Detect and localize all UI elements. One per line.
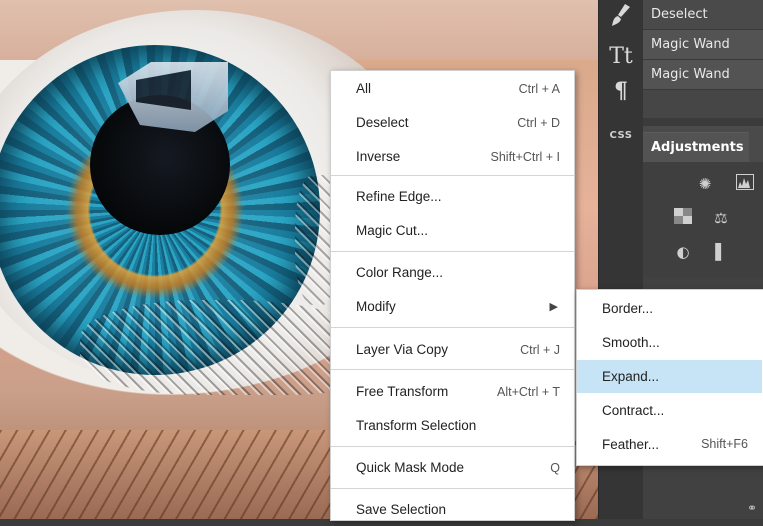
menu-item-inverse[interactable]: Inverse Shift+Ctrl + I bbox=[331, 141, 574, 173]
threshold-icon[interactable]: ▌ bbox=[711, 242, 731, 262]
history-item[interactable]: Deselect bbox=[643, 0, 763, 30]
menu-item-label: Modify bbox=[356, 299, 396, 314]
menu-separator bbox=[331, 251, 574, 252]
history-item[interactable]: Magic Wand bbox=[643, 60, 763, 90]
history-panel: Deselect Magic Wand Magic Wand bbox=[643, 0, 763, 118]
menu-item-label: Deselect bbox=[356, 115, 409, 130]
menu-item-transform-selection[interactable]: Transform Selection bbox=[331, 410, 574, 442]
invert-icon[interactable]: ◐ bbox=[673, 242, 693, 262]
menu-separator bbox=[331, 327, 574, 328]
menu-item-label: Inverse bbox=[356, 149, 401, 164]
menu-item-color-range[interactable]: Color Range... bbox=[331, 257, 574, 289]
submenu-item-expand[interactable]: Expand... bbox=[577, 360, 762, 393]
menu-item-shortcut: Q bbox=[550, 461, 560, 475]
brush-icon[interactable] bbox=[599, 2, 643, 32]
menu-item-label: Quick Mask Mode bbox=[356, 460, 465, 475]
adjustments-panel: Adjustments ✺ ⚖ ◐ ▌ bbox=[643, 126, 763, 282]
menu-item-shortcut: Ctrl + J bbox=[520, 343, 560, 357]
submenu-item-border[interactable]: Border... bbox=[577, 292, 762, 325]
channel-mixer-icon[interactable]: ⚖ bbox=[711, 208, 731, 228]
submenu-item-label: Smooth... bbox=[602, 335, 660, 350]
menu-item-label: Magic Cut... bbox=[356, 223, 429, 238]
menu-item-modify[interactable]: Modify ▶ bbox=[331, 291, 574, 323]
menu-item-quick-mask-mode[interactable]: Quick Mask Mode Q bbox=[331, 452, 574, 484]
type-tool-icon[interactable]: Tt bbox=[599, 42, 643, 72]
submenu-item-label: Expand... bbox=[602, 369, 660, 384]
gradient-map-icon[interactable] bbox=[673, 208, 693, 228]
menu-item-free-transform[interactable]: Free Transform Alt+Ctrl + T bbox=[331, 376, 574, 408]
menu-separator bbox=[331, 446, 574, 447]
menu-item-label: Refine Edge... bbox=[356, 189, 442, 204]
submenu-item-feather[interactable]: Feather... Shift+F6 bbox=[577, 428, 762, 461]
menu-item-label: Free Transform bbox=[356, 384, 449, 399]
paragraph-tool-icon[interactable]: ¶ bbox=[599, 76, 643, 106]
menu-separator bbox=[331, 175, 574, 176]
menu-item-deselect[interactable]: Deselect Ctrl + D bbox=[331, 107, 574, 139]
levels-icon[interactable] bbox=[735, 174, 755, 194]
menu-item-shortcut: Ctrl + A bbox=[518, 82, 560, 96]
tab-adjustments[interactable]: Adjustments bbox=[643, 132, 749, 162]
submenu-item-contract[interactable]: Contract... bbox=[577, 394, 762, 427]
menu-item-label: All bbox=[356, 81, 372, 96]
submenu-item-smooth[interactable]: Smooth... bbox=[577, 326, 762, 359]
brightness-icon[interactable]: ✺ bbox=[695, 174, 715, 194]
menu-item-shortcut: Alt+Ctrl + T bbox=[497, 385, 560, 399]
menu-item-shortcut: Shift+Ctrl + I bbox=[490, 150, 560, 164]
modify-submenu: Border... Smooth... Expand... Contract..… bbox=[576, 289, 763, 466]
submenu-item-label: Feather... bbox=[602, 437, 660, 452]
menu-item-refine-edge[interactable]: Refine Edge... bbox=[331, 181, 574, 213]
menu-item-label: Color Range... bbox=[356, 265, 444, 280]
menu-item-shortcut: Ctrl + D bbox=[517, 116, 560, 130]
menu-item-all[interactable]: All Ctrl + A bbox=[331, 73, 574, 105]
submenu-arrow-icon: ▶ bbox=[549, 301, 558, 313]
adjustments-icons: ✺ ⚖ ◐ ▌ bbox=[643, 162, 763, 282]
menu-item-label: Transform Selection bbox=[356, 418, 477, 433]
menu-item-layer-via-copy[interactable]: Layer Via Copy Ctrl + J bbox=[331, 334, 574, 366]
submenu-item-label: Contract... bbox=[602, 403, 665, 418]
submenu-item-label: Border... bbox=[602, 301, 654, 316]
select-menu: All Ctrl + A Deselect Ctrl + D Inverse S… bbox=[330, 70, 575, 521]
menu-item-save-selection[interactable]: Save Selection bbox=[331, 494, 574, 526]
history-item[interactable]: Magic Wand bbox=[643, 30, 763, 60]
css-tool-icon[interactable]: CSS bbox=[599, 128, 643, 158]
menu-separator bbox=[331, 369, 574, 370]
link-icon[interactable]: ⚭ bbox=[747, 501, 757, 515]
menu-separator bbox=[331, 488, 574, 489]
menu-item-label: Save Selection bbox=[356, 502, 447, 517]
menu-item-magic-cut[interactable]: Magic Cut... bbox=[331, 215, 574, 247]
menu-item-label: Layer Via Copy bbox=[356, 342, 449, 357]
submenu-item-shortcut: Shift+F6 bbox=[701, 437, 748, 451]
